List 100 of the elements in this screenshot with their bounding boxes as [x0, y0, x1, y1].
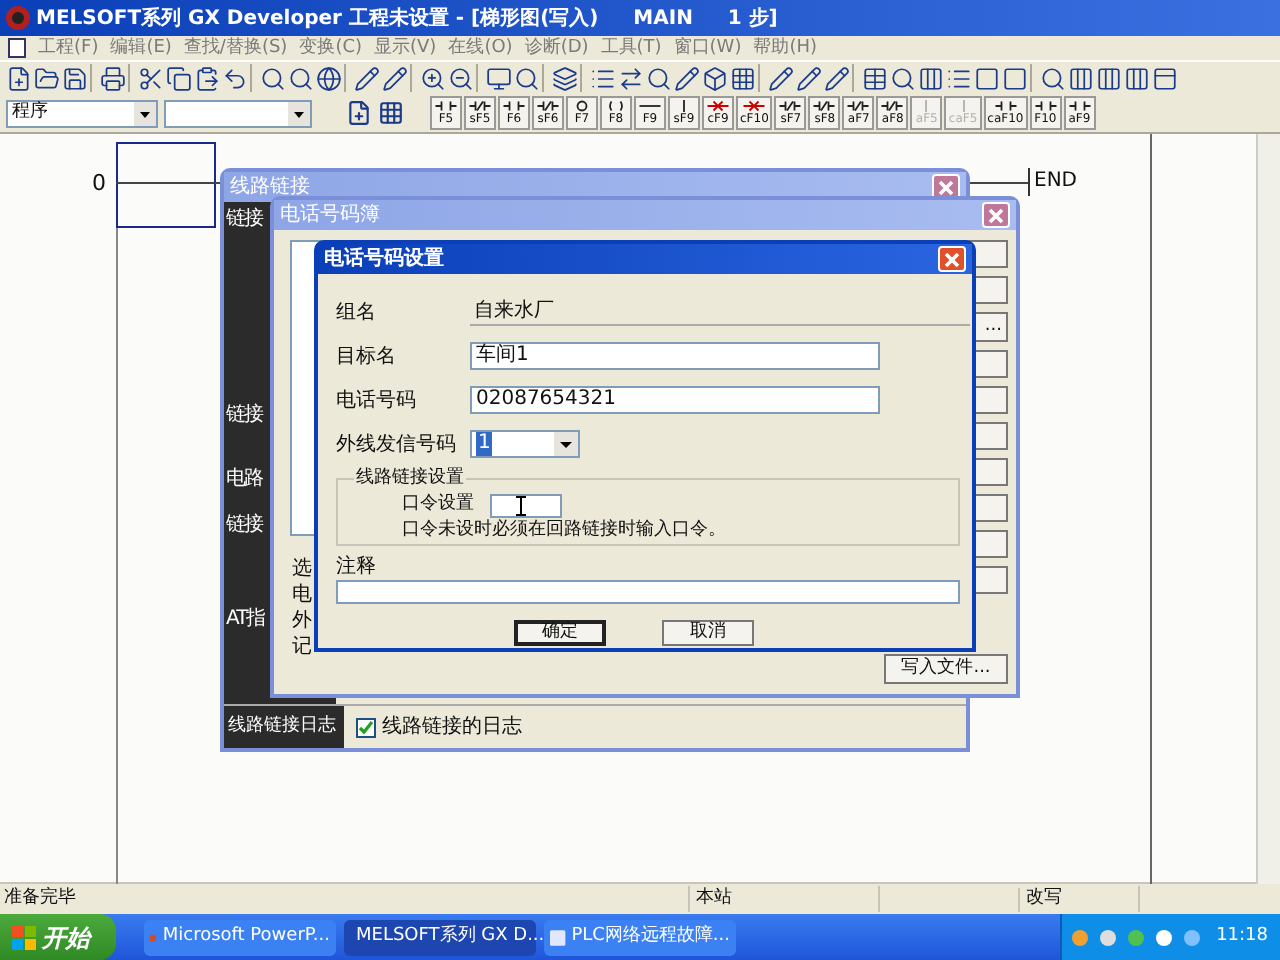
search-icon[interactable] [1040, 65, 1066, 91]
mode-text: 改写 [1020, 885, 1140, 913]
layers-icon[interactable] [552, 65, 578, 91]
tray-icon [1126, 927, 1147, 947]
tray-icon [1070, 927, 1091, 947]
ladder-symbol-icon [1033, 100, 1058, 112]
log-checkbox[interactable]: 线路链接的日志 [356, 712, 522, 742]
undo-icon[interactable] [222, 65, 248, 91]
folder-icon[interactable] [34, 65, 60, 91]
dialog-button[interactable]: 确定 [514, 620, 606, 646]
grid-icon[interactable] [730, 65, 756, 91]
dialog-title: 线路链接 [230, 173, 310, 202]
comment-label: 注释 [336, 556, 378, 580]
cut-icon[interactable] [138, 65, 164, 91]
ladder-symbol-icon [880, 100, 905, 112]
menu-item[interactable]: 工具(T) [600, 39, 662, 57]
cut-label: 电 [292, 582, 312, 608]
write-file-button[interactable]: 写入文件... [884, 654, 1008, 684]
square-icon[interactable] [1002, 65, 1028, 91]
group-title: 线路链接设置 [354, 466, 466, 490]
dialog-title: 电话号码设置 [324, 245, 444, 274]
ladder-symbol-icon [536, 100, 560, 112]
dialog-button[interactable]: 取消 [662, 620, 754, 646]
table-icon[interactable] [862, 65, 888, 91]
step-number: 0 [92, 168, 106, 200]
menu-item[interactable]: 显示(V) [374, 39, 437, 57]
menu-item[interactable]: 变换(C) [299, 39, 363, 57]
field-label: 目标名 [336, 343, 398, 371]
columns-icon[interactable] [1068, 65, 1094, 91]
menu-item[interactable]: 窗口(W) [673, 39, 742, 57]
file-plus-icon[interactable] [6, 65, 32, 91]
pencil-icon[interactable] [796, 65, 822, 91]
zoom-in-icon[interactable] [420, 65, 446, 91]
ladder-symbol-icon [502, 100, 526, 112]
window-icon[interactable] [1152, 65, 1178, 91]
paste-icon[interactable] [194, 65, 220, 91]
side-label: 链接 [226, 514, 262, 538]
cursor-box [116, 142, 216, 228]
arrows-icon[interactable] [618, 65, 644, 91]
menu-item[interactable]: 在线(O) [448, 39, 513, 57]
ladder-symbol-icon [993, 100, 1018, 112]
search-icon[interactable] [260, 65, 286, 91]
pencil-icon[interactable] [824, 65, 850, 91]
pencil-icon[interactable] [768, 65, 794, 91]
password-label: 口令设置 [402, 491, 474, 518]
comment-field[interactable] [336, 580, 960, 604]
menu-item[interactable]: 诊断(D) [524, 39, 589, 57]
side-label: 链接 [226, 404, 262, 428]
search-icon[interactable] [514, 65, 540, 91]
copy-icon[interactable] [166, 65, 192, 91]
ladder-symbol-icon [1067, 100, 1092, 112]
status-text: 准备完毕 [0, 885, 690, 913]
input-field[interactable]: 02087654321 [470, 386, 880, 414]
columns-icon[interactable] [918, 65, 944, 91]
cut-label: 选 [292, 556, 312, 582]
document-edit-icon[interactable] [346, 100, 372, 126]
taskbar-task[interactable]: PLC网络远程故障... [544, 919, 736, 955]
cut-label: 记 [292, 634, 312, 660]
printer-icon[interactable] [100, 65, 126, 91]
password-field[interactable] [490, 493, 562, 517]
taskbar-task[interactable]: Microsoft PowerP... [144, 919, 336, 955]
globe-icon[interactable] [316, 65, 342, 91]
monitor-icon[interactable] [486, 65, 512, 91]
ladder-symbol-icon [434, 100, 458, 112]
columns-icon[interactable] [1096, 65, 1122, 91]
search-icon[interactable] [646, 65, 672, 91]
close-icon [944, 251, 960, 267]
pencil-icon[interactable] [674, 65, 700, 91]
clock: 11:18 [1216, 923, 1268, 950]
window-title: MELSOFT系列 GX Developer 工程未设置 - [梯形图(写入) MAIN 1 步] [36, 5, 778, 33]
ladder-symbol-icon [812, 100, 837, 112]
search-icon[interactable] [288, 65, 314, 91]
field-label: 电话号码 [336, 387, 418, 415]
save-icon[interactable] [62, 65, 88, 91]
close-button[interactable] [938, 246, 966, 272]
pencil-icon[interactable] [354, 65, 380, 91]
square-icon[interactable] [974, 65, 1000, 91]
columns-icon[interactable] [1124, 65, 1150, 91]
close-button[interactable] [982, 202, 1010, 228]
side-label: AT指 [226, 608, 265, 632]
zoom-out-icon[interactable] [448, 65, 474, 91]
ladder-symbol-icon [468, 100, 492, 112]
field-label: 组名 [336, 299, 378, 327]
search-icon[interactable] [890, 65, 916, 91]
start-button[interactable]: 开始 [0, 914, 116, 960]
menu-item[interactable]: 工程(F) [38, 39, 99, 57]
program-select[interactable]: 程序 [6, 99, 158, 127]
input-field[interactable]: 车间1 [470, 342, 880, 370]
ladder-symbol-icon [778, 100, 803, 112]
pencil-icon[interactable] [382, 65, 408, 91]
tray-icon [1098, 927, 1119, 947]
menu-item[interactable]: 编辑(E) [110, 39, 172, 57]
cut-label: 外 [292, 608, 312, 634]
ladder-symbol-icon [846, 100, 871, 112]
box-icon[interactable] [702, 65, 728, 91]
menu-item[interactable]: 查找/替换(S) [183, 39, 288, 57]
tray-icon [1154, 927, 1175, 947]
ladder-symbol-icon [706, 100, 730, 112]
select-field[interactable]: 1 [470, 430, 580, 458]
menu-item[interactable]: 帮助(H) [753, 39, 818, 57]
